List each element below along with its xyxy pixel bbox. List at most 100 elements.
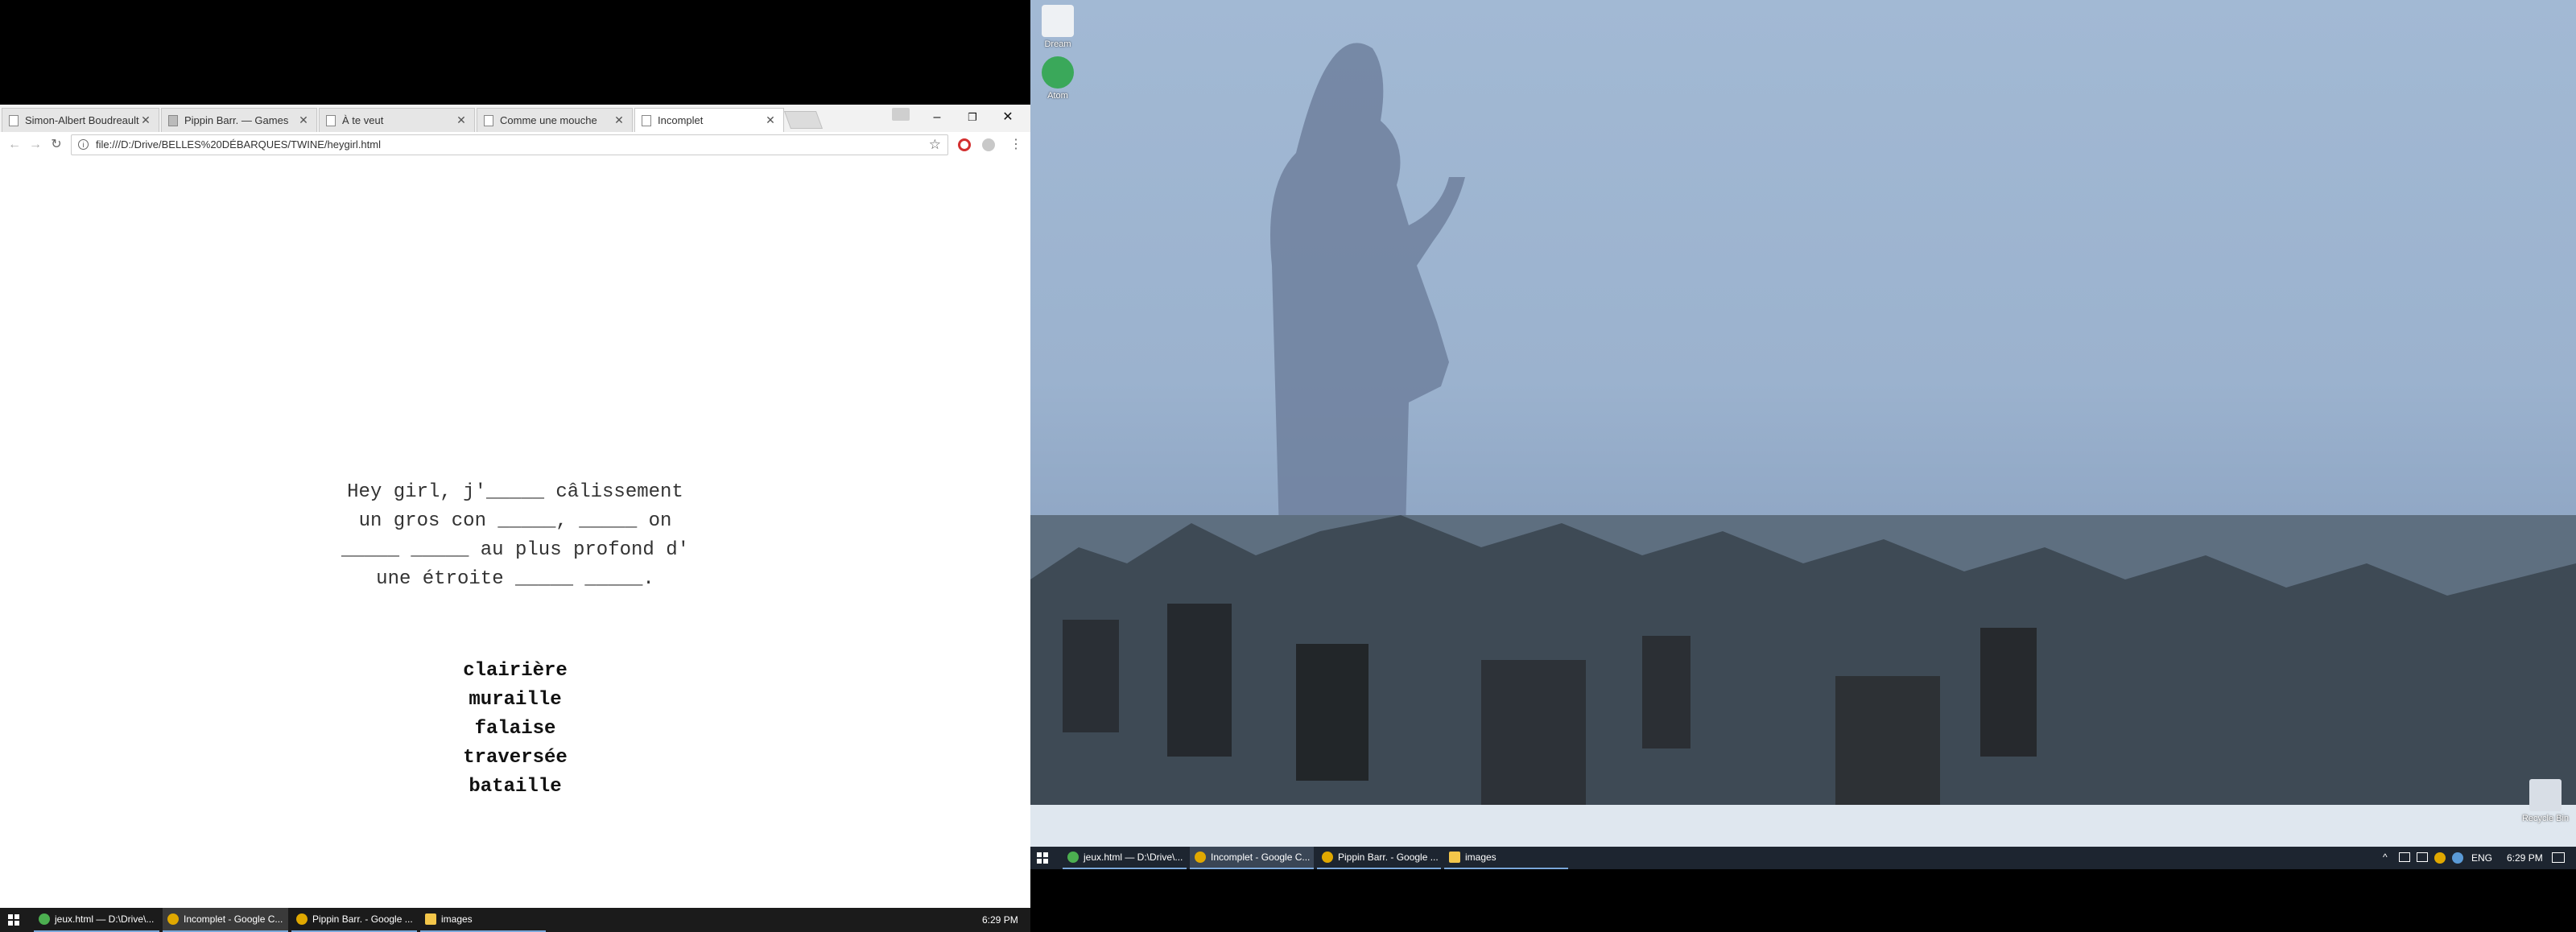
- reload-button[interactable]: ↻: [47, 135, 66, 155]
- poem-line: _____ _____ au plus profond d': [341, 539, 690, 561]
- tab-label: À te veut: [342, 114, 384, 126]
- chrome-icon: [1195, 852, 1206, 863]
- chrome-icon: [1322, 852, 1333, 863]
- taskbar-item-images[interactable]: images: [1444, 847, 1568, 869]
- menu-icon[interactable]: ⋮: [1006, 135, 1026, 155]
- page-content: Hey girl, j'_____ câlissement un gros co…: [0, 158, 1030, 908]
- desktop-icon-label: Recycle Bin: [2521, 814, 2570, 823]
- info-icon[interactable]: i: [78, 139, 89, 150]
- tab-label: Pippin Barr. — Games: [184, 114, 289, 126]
- desktop-icon-recycle-bin[interactable]: Recycle Bin: [2521, 779, 2570, 823]
- right-monitor: Dream Atom Recycle Bin jeux.html — D:\Dr…: [1030, 0, 2576, 932]
- taskbar-item-images[interactable]: images: [420, 908, 546, 932]
- desktop-icon-label: Dream: [1044, 39, 1071, 49]
- clock[interactable]: 6:29 PM: [982, 914, 1018, 926]
- close-icon[interactable]: ✕: [455, 113, 468, 127]
- address-bar[interactable]: i file:///D:/Drive/BELLES%20DÉBARQUES/TW…: [71, 134, 948, 155]
- opera-extension-icon[interactable]: [958, 138, 971, 151]
- taskbar-item-atom[interactable]: jeux.html — D:\Drive\...: [1063, 847, 1187, 869]
- cloud-extension-icon[interactable]: [982, 138, 995, 151]
- desktop-icon-atom[interactable]: Atom: [1034, 56, 1082, 101]
- choice-falaise[interactable]: falaise: [386, 715, 644, 744]
- wallpaper-scene: [1030, 43, 2576, 847]
- new-tab-button[interactable]: [783, 111, 824, 129]
- choice-bataille[interactable]: bataille: [386, 773, 644, 802]
- tab-pippin-barr[interactable]: Pippin Barr. — Games ✕: [161, 108, 317, 132]
- chrome-icon: [296, 913, 308, 925]
- taskbar-item-atom[interactable]: jeux.html — D:\Drive\...: [34, 908, 159, 932]
- buddha-statue: [1270, 43, 1465, 564]
- right-taskbar: jeux.html — D:\Drive\... Incomplet - Goo…: [1030, 847, 2576, 869]
- page-icon: [642, 114, 651, 126]
- url-text: file:///D:/Drive/BELLES%20DÉBARQUES/TWIN…: [96, 138, 381, 151]
- atom-icon: [1067, 852, 1079, 863]
- tab-label: Simon-Albert Boudreault: [25, 114, 139, 126]
- bookmark-star-icon[interactable]: ☆: [929, 137, 941, 153]
- tab-comme-une-mouche[interactable]: Comme une mouche ✕: [477, 108, 633, 132]
- network-icon[interactable]: [2417, 852, 2428, 862]
- back-button[interactable]: ←: [5, 135, 24, 155]
- browser-window: Simon-Albert Boudreault ✕ Pippin Barr. —…: [0, 105, 1030, 908]
- taskbar-item-pippin[interactable]: Pippin Barr. - Google ...: [1317, 847, 1441, 869]
- choice-muraille[interactable]: muraille: [386, 686, 644, 715]
- profile-icon[interactable]: [892, 108, 910, 121]
- atom-icon: [39, 913, 50, 925]
- tab-incomplet[interactable]: Incomplet ✕: [634, 108, 784, 132]
- taskbar-label: Pippin Barr. - Google ...: [312, 913, 413, 925]
- drive-tray-icon[interactable]: [2452, 852, 2463, 864]
- desktop-wallpaper: [1030, 0, 2576, 847]
- page-icon: [484, 114, 493, 126]
- windows-start-icon[interactable]: [8, 914, 19, 930]
- taskbar-label: Pippin Barr. - Google ...: [1338, 852, 1439, 863]
- forward-button[interactable]: →: [26, 135, 45, 155]
- tab-label: Comme une mouche: [500, 114, 597, 126]
- left-taskbar: jeux.html — D:\Drive\... Incomplet - Goo…: [0, 908, 1030, 932]
- recycle-bin-icon: [2529, 779, 2562, 811]
- desktop-icon-dream[interactable]: Dream: [1034, 5, 1082, 49]
- desktop-icon-label: Atom: [1047, 91, 1068, 101]
- close-button[interactable]: ✕: [990, 106, 1026, 129]
- restore-button[interactable]: ❐: [955, 106, 990, 129]
- notification-icon[interactable]: [2552, 852, 2565, 863]
- poem-line: Hey girl, j'_____ câlissement: [347, 481, 683, 503]
- folder-icon: [425, 913, 436, 925]
- tab-label: Incomplet: [658, 114, 704, 126]
- chrome-icon: [167, 913, 179, 925]
- word-choices: clairière muraille falaise traversée bat…: [386, 657, 644, 802]
- taskbar-label: images: [1465, 852, 1496, 863]
- folder-icon: [1449, 852, 1460, 863]
- poem-line: une étroite _____ _____.: [376, 568, 654, 590]
- tab-simon-albert[interactable]: Simon-Albert Boudreault ✕: [2, 108, 159, 132]
- cube-icon: [1042, 5, 1074, 37]
- clock[interactable]: 6:29 PM: [2507, 852, 2543, 864]
- windows-start-icon[interactable]: [1037, 852, 1048, 868]
- close-icon[interactable]: ✕: [297, 113, 310, 127]
- taskbar-label: Incomplet - Google C...: [184, 913, 283, 925]
- taskbar-label: jeux.html — D:\Drive\...: [55, 913, 155, 925]
- site-icon: [168, 114, 178, 126]
- page-icon: [326, 114, 336, 126]
- browser-toolbar: ← → ↻ i file:///D:/Drive/BELLES%20DÉBARQ…: [0, 132, 1030, 159]
- close-icon[interactable]: ✕: [613, 113, 625, 127]
- tab-a-te-veut[interactable]: À te veut ✕: [319, 108, 475, 132]
- taskbar-item-pippin[interactable]: Pippin Barr. - Google ...: [291, 908, 417, 932]
- chevron-up-icon[interactable]: ^: [2383, 852, 2388, 863]
- language-indicator[interactable]: ENG: [2471, 852, 2492, 864]
- poem-text: Hey girl, j'_____ câlissement un gros co…: [322, 478, 708, 594]
- chrome-tray-icon[interactable]: [2434, 852, 2446, 864]
- taskbar-label: images: [441, 913, 473, 925]
- taskbar-item-incomplet[interactable]: Incomplet - Google C...: [163, 908, 288, 932]
- choice-traversee[interactable]: traversée: [386, 744, 644, 773]
- volume-icon[interactable]: [2399, 852, 2410, 862]
- taskbar-label: Incomplet - Google C...: [1211, 852, 1311, 863]
- taskbar-item-incomplet[interactable]: Incomplet - Google C...: [1190, 847, 1314, 869]
- close-icon[interactable]: ✕: [764, 113, 777, 127]
- choice-clairiere[interactable]: clairière: [386, 657, 644, 686]
- page-icon: [9, 114, 19, 126]
- poem-line: un gros con _____, _____ on: [358, 510, 672, 532]
- minimize-button[interactable]: –: [919, 106, 955, 129]
- atom-icon: [1042, 56, 1074, 89]
- left-monitor: Simon-Albert Boudreault ✕ Pippin Barr. —…: [0, 0, 1030, 932]
- tab-strip: Simon-Albert Boudreault ✕ Pippin Barr. —…: [0, 105, 1030, 132]
- close-icon[interactable]: ✕: [139, 113, 152, 127]
